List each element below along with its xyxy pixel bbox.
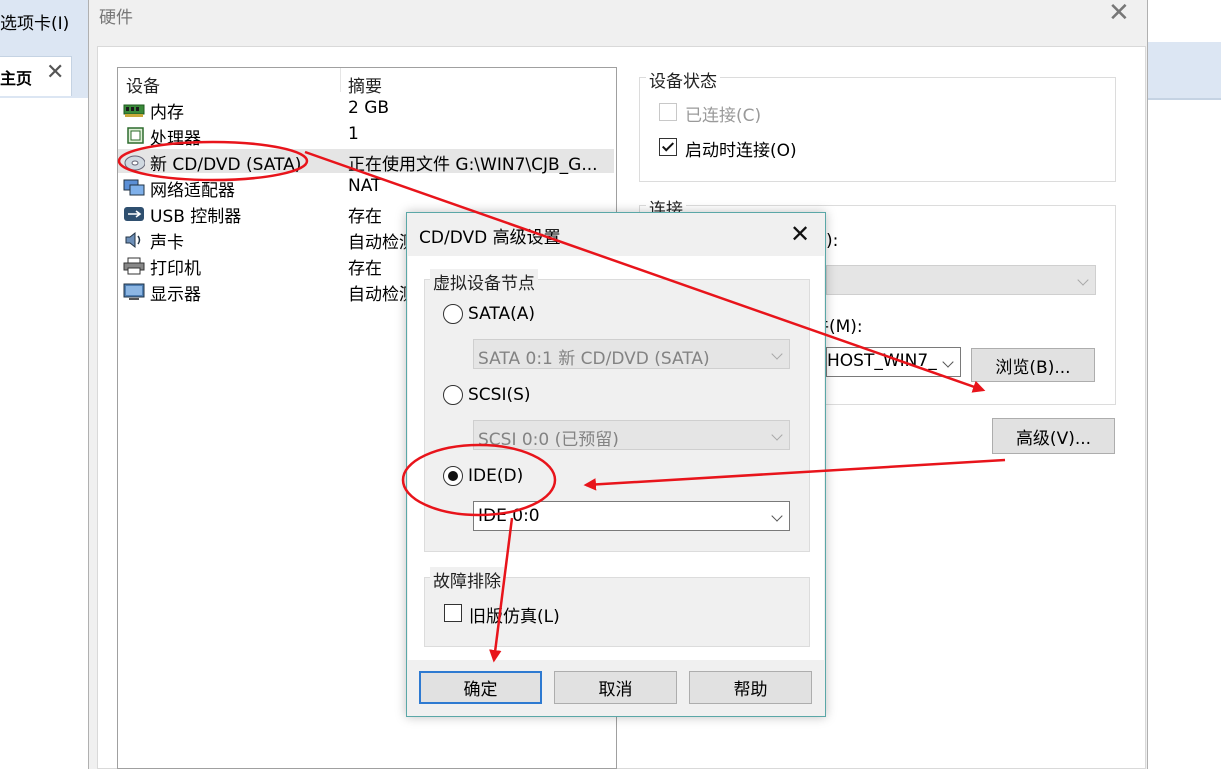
physical-drive-select[interactable] <box>826 265 1096 295</box>
radio-selected-dot <box>448 471 458 481</box>
chevron-down-icon <box>771 510 783 522</box>
device-name: 声卡 <box>150 233 184 253</box>
chevron-down-icon <box>771 348 783 360</box>
tab-close-icon[interactable]: ✕ <box>46 60 64 85</box>
sata-node-select[interactable]: SATA 0:1 新 CD/DVD (SATA) <box>473 339 790 369</box>
device-row-memory[interactable]: 内存 2 GB <box>120 97 614 123</box>
printer-icon <box>123 257 145 275</box>
cancel-button[interactable]: 取消 <box>554 671 677 704</box>
iso-path-value: HOST_WIN7_ <box>827 351 937 371</box>
scsi-node-value: SCSI 0:0 (已预留) <box>478 430 619 450</box>
device-name: 处理器 <box>150 129 201 149</box>
device-summary: 1 <box>348 124 359 144</box>
column-header-device[interactable]: 设备 <box>126 72 160 97</box>
display-icon <box>123 283 145 300</box>
device-row-network-adapter[interactable]: 网络适配器 NAT <box>120 175 614 201</box>
connected-checkbox[interactable] <box>659 103 677 121</box>
hardware-dialog-title: 硬件 <box>99 8 133 28</box>
scsi-label: SCSI(S) <box>468 385 531 405</box>
device-status-title: 设备状态 <box>646 67 720 92</box>
device-status-group <box>639 77 1116 182</box>
device-summary: 存在 <box>348 259 382 279</box>
column-separator[interactable] <box>340 68 341 92</box>
advanced-dialog-title: CD/DVD 高级设置 <box>419 228 561 248</box>
device-summary: 2 GB <box>348 98 390 118</box>
network-adapter-icon <box>123 179 145 196</box>
cd-dvd-icon <box>124 155 145 171</box>
background-tabstrip-right <box>1147 42 1221 98</box>
help-button[interactable]: 帮助 <box>689 671 812 704</box>
device-name: USB 控制器 <box>150 207 242 227</box>
sata-node-value: SATA 0:1 新 CD/DVD (SATA) <box>478 349 710 369</box>
device-row-cd-dvd[interactable]: 新 CD/DVD (SATA) 正在使用文件 G:\WIN7\CJB_G... <box>120 149 614 175</box>
scsi-radio[interactable] <box>443 385 463 405</box>
device-summary: NAT <box>348 176 382 196</box>
virtual-device-node-title: 虚拟设备节点 <box>430 269 538 294</box>
advanced-close-icon[interactable]: ✕ <box>790 220 810 248</box>
advanced-button[interactable]: 高级(V)... <box>992 418 1115 454</box>
ide-node-value: IDE 0:0 <box>478 506 540 526</box>
sata-radio[interactable] <box>443 304 463 324</box>
sound-card-icon <box>125 231 141 249</box>
usb-icon <box>124 207 144 221</box>
ide-node-select[interactable]: IDE 0:0 <box>473 501 790 531</box>
column-header-summary[interactable]: 摘要 <box>348 72 382 97</box>
device-summary: 存在 <box>348 207 382 227</box>
device-name: 打印机 <box>150 259 201 279</box>
background-divider <box>1147 98 1221 100</box>
tab-home-label: 主页 <box>0 69 33 88</box>
connected-label: 已连接(C) <box>685 106 762 126</box>
ide-radio[interactable] <box>443 466 463 486</box>
chevron-down-icon <box>1077 274 1089 286</box>
chevron-down-icon <box>771 429 783 441</box>
scsi-node-select[interactable]: SCSI 0:0 (已预留) <box>473 420 790 450</box>
legacy-emulation-checkbox[interactable] <box>444 604 462 622</box>
processor-icon <box>127 127 144 144</box>
browse-button[interactable]: 浏览(B)... <box>971 348 1095 382</box>
troubleshooting-title: 故障排除 <box>430 567 504 592</box>
connection-option-label-partial: ): <box>826 231 839 251</box>
device-name: 显示器 <box>150 285 201 305</box>
ok-button[interactable]: 确定 <box>419 671 542 704</box>
iso-path-input[interactable]: HOST_WIN7_ <box>826 347 961 377</box>
legacy-emulation-label: 旧版仿真(L) <box>469 607 560 627</box>
ide-label: IDE(D) <box>468 466 524 486</box>
connect-at-power-on-checkbox[interactable] <box>659 138 677 156</box>
device-row-processor[interactable]: 处理器 1 <box>120 123 614 149</box>
chevron-down-icon <box>942 356 954 368</box>
device-summary: 正在使用文件 G:\WIN7\CJB_G... <box>348 155 598 175</box>
menu-tabs[interactable]: 选项卡(I) <box>0 9 69 34</box>
device-name: 新 CD/DVD (SATA) <box>150 155 302 175</box>
memory-icon <box>123 104 145 117</box>
device-name: 网络适配器 <box>150 181 235 201</box>
hardware-close-icon[interactable]: ✕ <box>1108 0 1130 28</box>
device-name: 内存 <box>150 103 184 123</box>
sata-label: SATA(A) <box>468 304 536 324</box>
connect-at-power-on-label: 启动时连接(O) <box>685 141 797 161</box>
checkmark-icon <box>661 139 675 152</box>
